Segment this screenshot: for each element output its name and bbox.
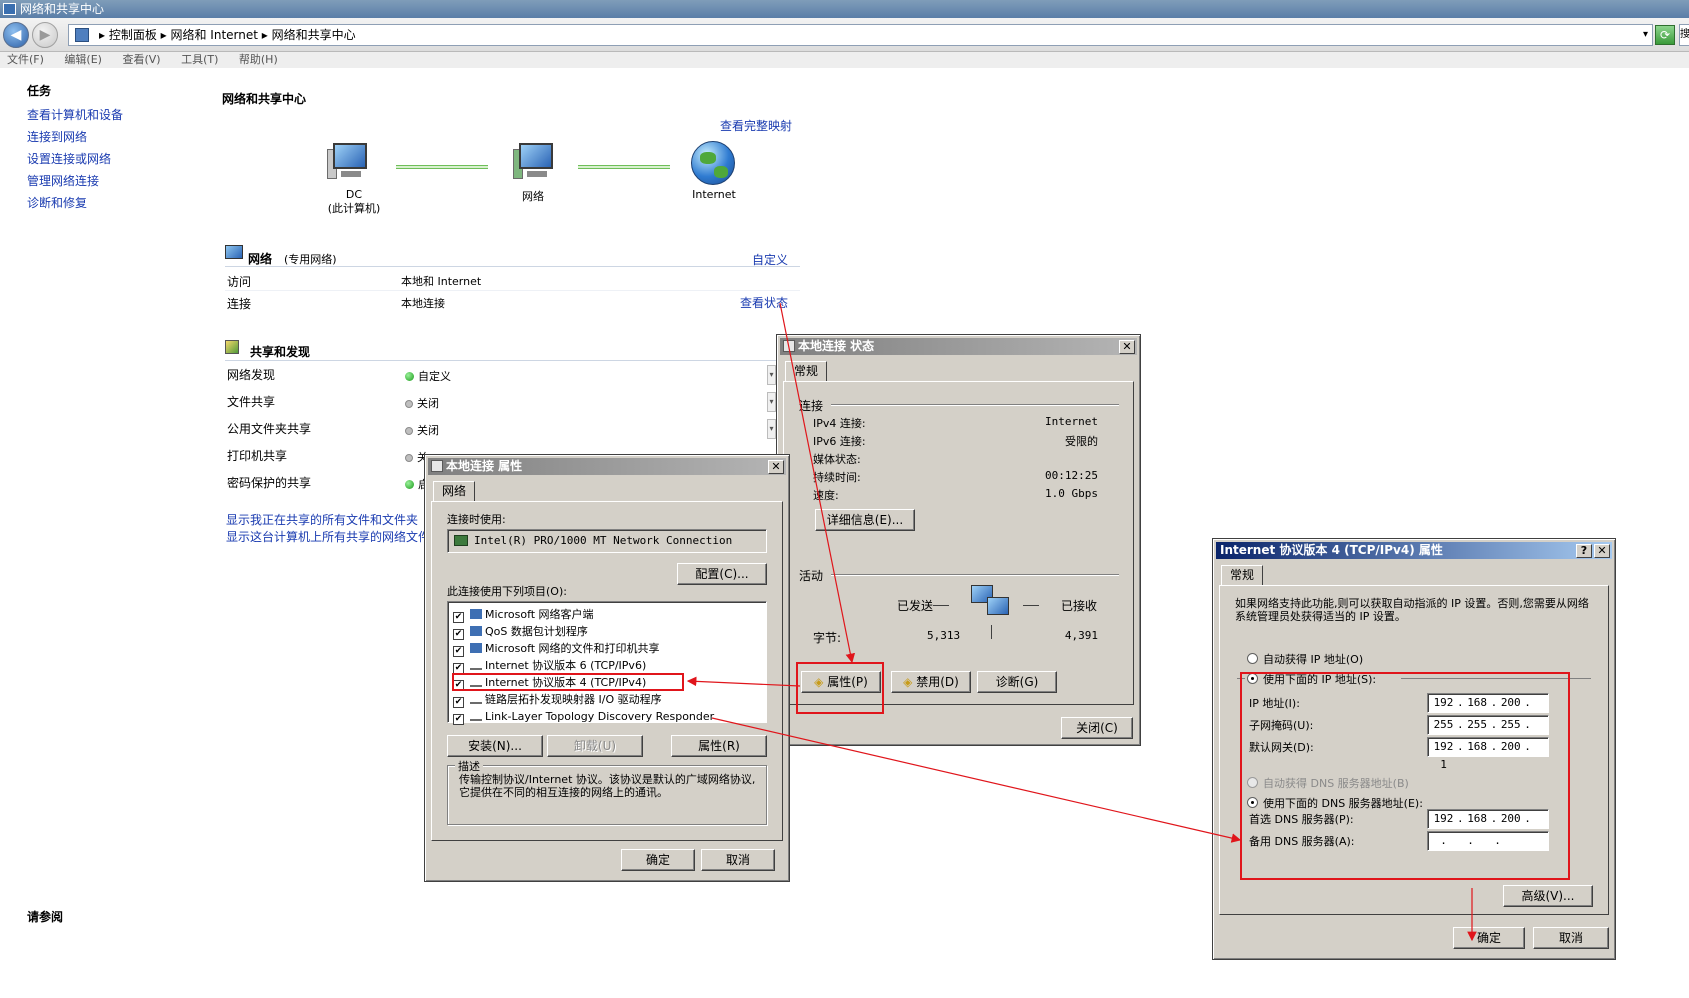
arrow-to-properties	[779, 302, 856, 664]
arrow-to-ipv4-item	[686, 676, 801, 687]
arrow-to-ip-settings	[711, 717, 1242, 843]
annotation-arrows	[686, 302, 1477, 942]
